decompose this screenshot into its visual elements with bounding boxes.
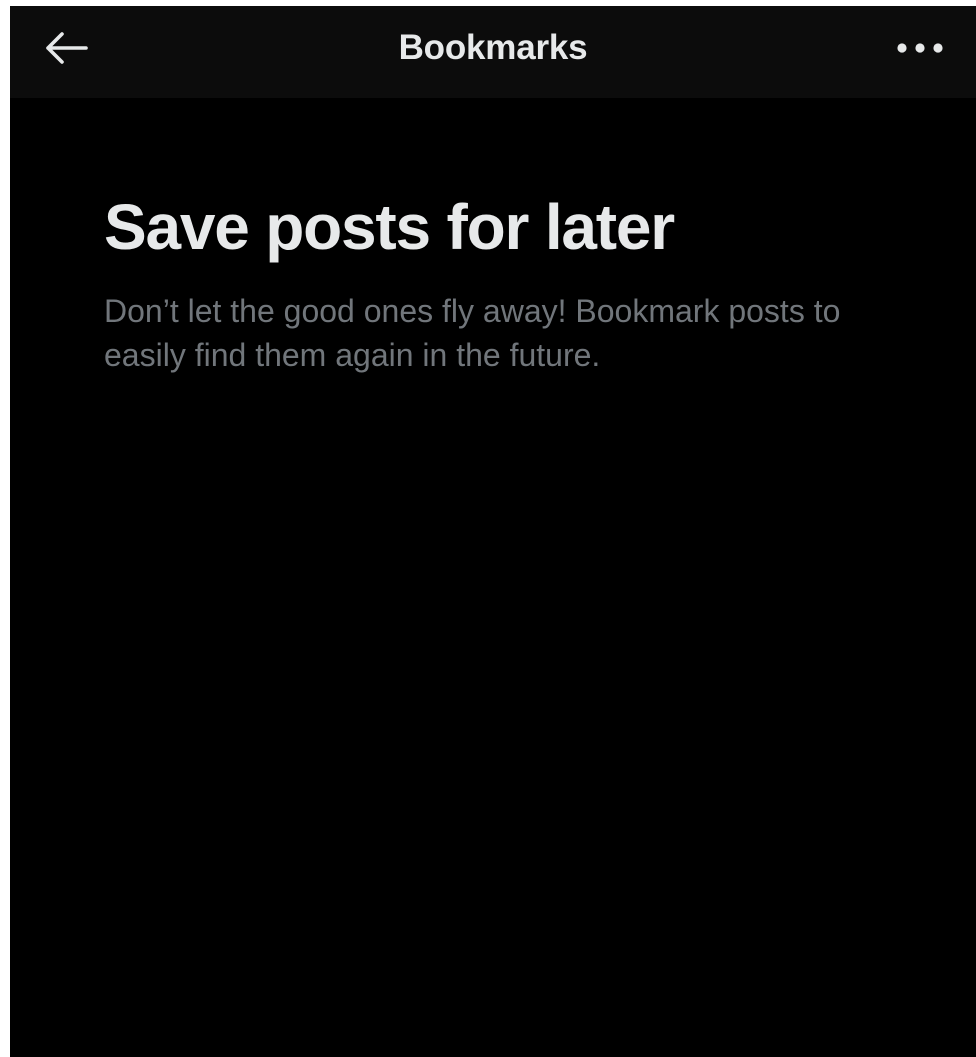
bookmarks-screen: Bookmarks Save posts for later Don’t let…: [10, 6, 976, 1057]
page-title: Bookmarks: [398, 28, 588, 67]
more-options-button[interactable]: [890, 26, 950, 70]
top-app-bar: Bookmarks: [10, 6, 976, 98]
more-horizontal-icon: [897, 43, 943, 53]
empty-state-description: Don’t let the good ones fly away! Bookma…: [104, 293, 841, 374]
empty-state-title: Save posts for later: [104, 191, 675, 263]
empty-state: Save posts for later Don’t let the good …: [104, 191, 924, 377]
